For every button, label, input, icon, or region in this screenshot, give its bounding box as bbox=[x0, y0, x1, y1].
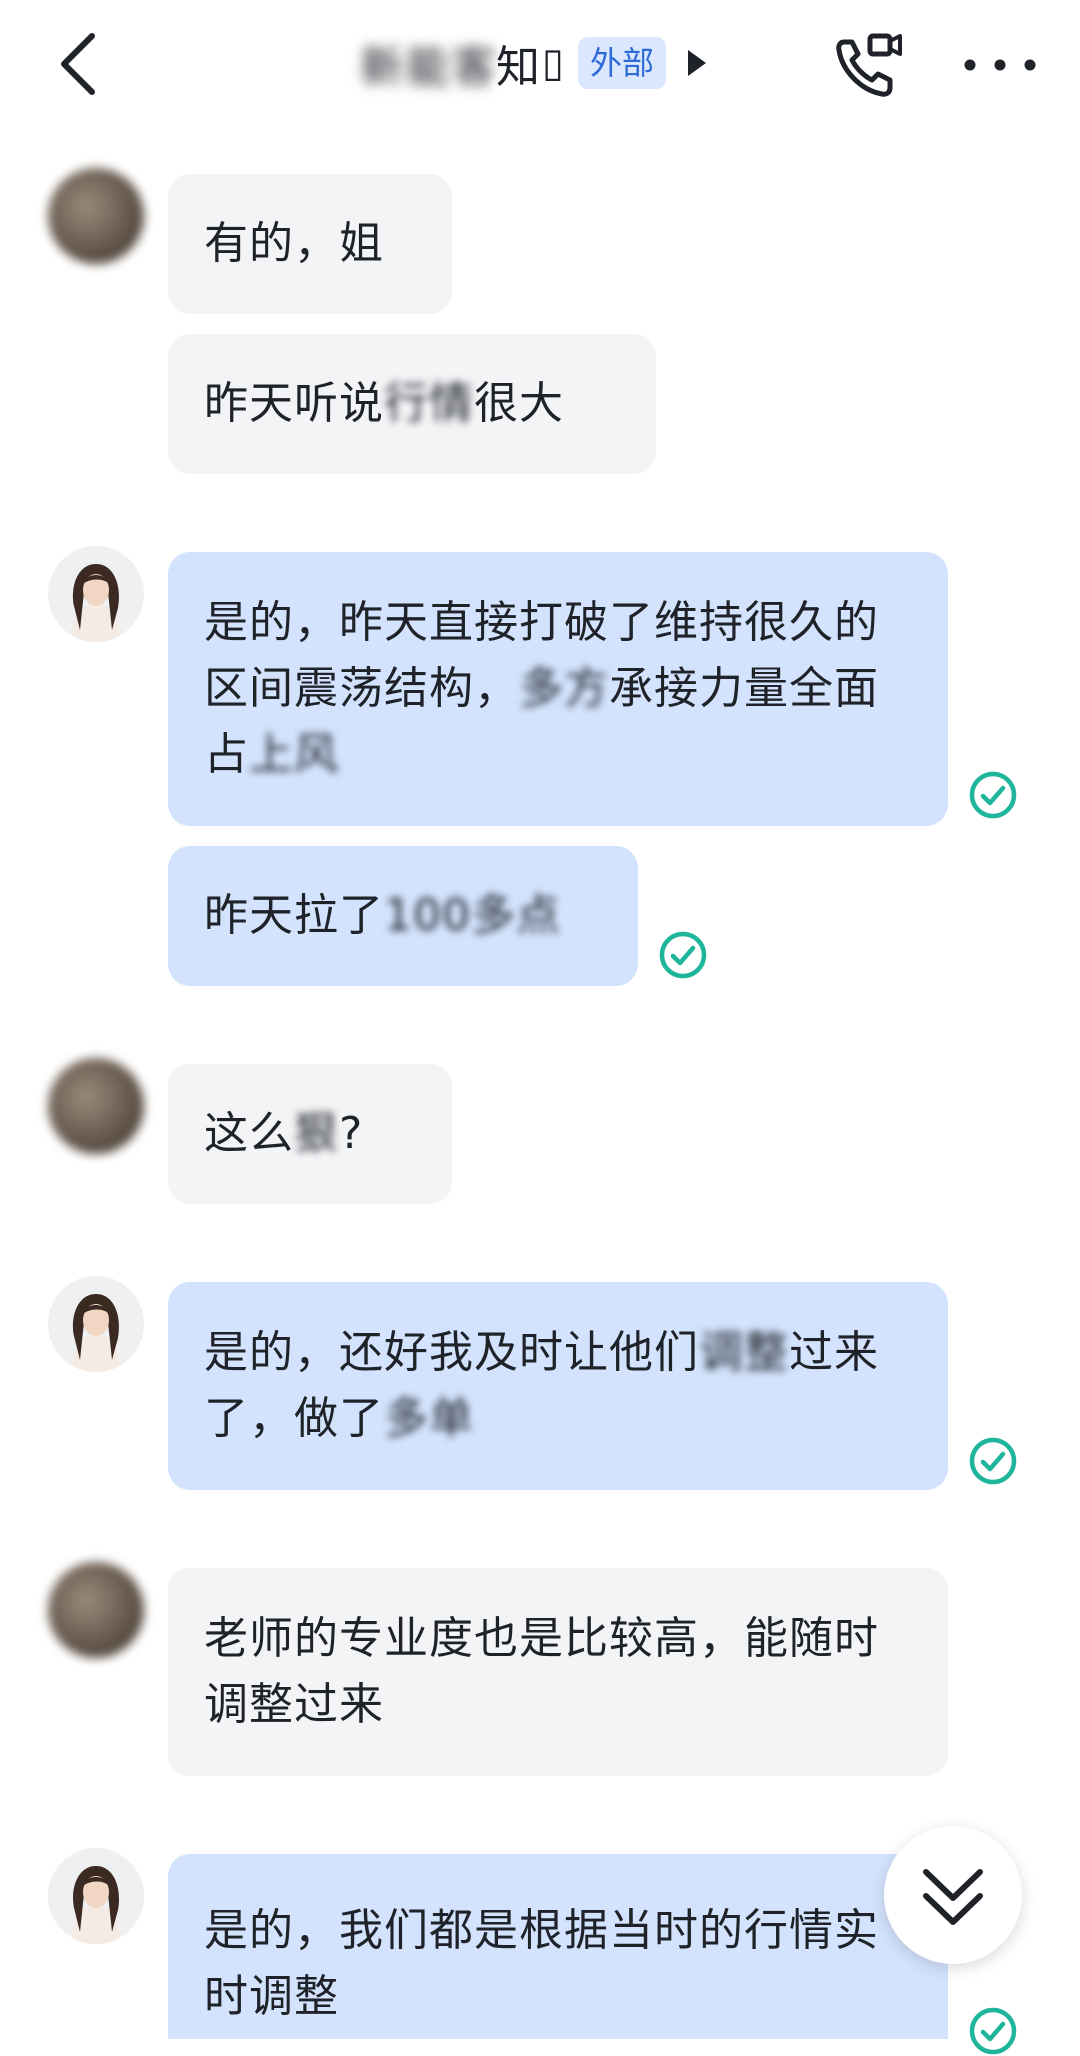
message-bubble[interactable]: 这么狠? bbox=[168, 1064, 452, 1204]
contact-name-blurred: 新能客 bbox=[360, 42, 498, 93]
message-bubble[interactable]: 老师的专业度也是比较高，能随时调整过来 bbox=[168, 1568, 948, 1776]
read-check-icon bbox=[659, 931, 707, 979]
message-text: 是的，还好我及时让他们调整过来了，做了多单 bbox=[204, 1327, 879, 1444]
message-bubble[interactable]: 有的，姐 bbox=[168, 174, 452, 314]
external-badge: 外部 bbox=[578, 37, 667, 89]
message-bubble[interactable]: 昨天听说行情很大 bbox=[168, 334, 656, 474]
my-avatar[interactable] bbox=[48, 546, 144, 642]
video-call-icon bbox=[836, 33, 902, 97]
my-avatar[interactable] bbox=[48, 1276, 144, 1372]
message-text: 昨天听说行情很大 bbox=[204, 378, 564, 429]
more-dots-icon bbox=[964, 59, 1036, 71]
chevron-left-icon bbox=[61, 33, 95, 95]
video-call-button[interactable] bbox=[830, 28, 906, 104]
woman-portrait-icon bbox=[48, 1276, 144, 1372]
message-bubble[interactable]: 是的，昨天直接打破了维持很久的区间震荡结构，多方承接力量全面占上风 bbox=[168, 552, 948, 826]
message-text: 是的，我们都是根据当时的行情实时调整 bbox=[204, 1905, 879, 2022]
message-text: 这么狠? bbox=[204, 1108, 364, 1159]
scroll-to-bottom-button[interactable] bbox=[884, 1826, 1022, 1964]
woman-portrait-icon bbox=[48, 546, 144, 642]
message-text: 是的，昨天直接打破了维持很久的区间震荡结构，多方承接力量全面占上风 bbox=[204, 597, 879, 780]
read-check-icon bbox=[969, 2007, 1017, 2055]
message-text: 昨天拉了100多点 bbox=[204, 890, 561, 941]
more-button[interactable] bbox=[960, 40, 1040, 90]
message-text: 有的，姐 bbox=[204, 218, 384, 269]
double-chevron-down-icon bbox=[923, 1869, 983, 1925]
message-bubble[interactable]: 昨天拉了100多点 bbox=[168, 846, 638, 986]
message-bubble[interactable]: 是的，还好我及时让他们调整过来了，做了多单 bbox=[168, 1282, 948, 1490]
chat-header: 新能客 知 ▯ 外部 bbox=[0, 0, 1080, 130]
message-bubble[interactable]: 是的，我们都是根据当时的行情实时调整 bbox=[168, 1854, 948, 2039]
read-check-icon bbox=[969, 771, 1017, 819]
chat-title[interactable]: 新能客 知 ▯ 外部 bbox=[360, 28, 707, 98]
read-check-icon bbox=[969, 1437, 1017, 1485]
peer-avatar[interactable] bbox=[48, 1562, 144, 1658]
name-box-glyph: ▯ bbox=[542, 40, 565, 86]
caret-right-icon[interactable] bbox=[688, 50, 707, 76]
back-button[interactable] bbox=[46, 24, 116, 104]
woman-portrait-icon bbox=[48, 1848, 144, 1944]
my-avatar[interactable] bbox=[48, 1848, 144, 1944]
contact-name: 知 bbox=[496, 42, 540, 93]
message-text: 老师的专业度也是比较高，能随时调整过来 bbox=[204, 1613, 879, 1730]
peer-avatar[interactable] bbox=[48, 168, 144, 264]
peer-avatar[interactable] bbox=[48, 1058, 144, 1154]
